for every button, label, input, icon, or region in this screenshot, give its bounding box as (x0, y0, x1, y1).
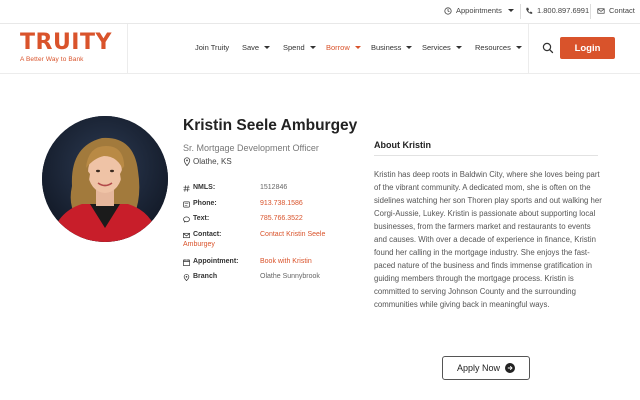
portrait-image (42, 116, 168, 242)
chevron-down-icon (406, 46, 413, 49)
phone-link[interactable]: 1.800.897.6991 (525, 6, 589, 15)
chevron-down-icon (515, 46, 522, 49)
branch-label: Branch (183, 273, 258, 281)
profile-photo (42, 116, 168, 242)
contact-link-continued[interactable]: Amburgey (183, 241, 215, 248)
nav-resources[interactable]: Resources (475, 43, 522, 52)
arrow-right-icon (505, 363, 516, 373)
nav-label: Services (422, 43, 451, 52)
location-pin-icon (183, 273, 190, 281)
divider (520, 4, 521, 19)
divider (590, 4, 591, 19)
contact-row: Contact: Contact Kristin Seele Amburgey (183, 231, 343, 251)
divider (374, 155, 598, 156)
profile-title: Sr. Mortgage Development Officer (183, 143, 319, 153)
nav-label: Business (371, 43, 402, 52)
phone-link[interactable]: 913.738.1586 (260, 200, 303, 207)
contact-link[interactable]: Contact (597, 6, 635, 15)
nav-borrow[interactable]: Borrow (326, 43, 361, 52)
nav-services[interactable]: Services (422, 43, 462, 52)
utility-bar: Appointments 1.800.897.6991 Contact (0, 0, 640, 24)
location-pin-icon (183, 157, 191, 166)
appointments-label: Appointments (456, 6, 502, 15)
envelope-icon (183, 232, 190, 238)
text-link[interactable]: 785.766.3522 (260, 215, 303, 222)
contact-label: Contact (609, 6, 635, 15)
nav-save[interactable]: Save (242, 43, 271, 52)
nav-business[interactable]: Business (371, 43, 413, 52)
logo-tagline: A Better Way to Bank (20, 56, 84, 63)
chevron-down-icon (455, 46, 462, 49)
nmls-label: NMLS: (183, 184, 258, 192)
calendar-icon (183, 258, 190, 266)
phone-icon (526, 7, 533, 14)
phone-label: Phone: (183, 200, 258, 208)
branch-value: Olathe Sunnybrook (260, 273, 320, 280)
nav-label: Join Truity (195, 43, 230, 52)
contact-label: Contact: (183, 231, 221, 239)
nav-label: Resources (475, 43, 511, 52)
nav-join-truity[interactable]: Join Truity (195, 43, 229, 52)
divider (127, 24, 128, 74)
chevron-down-icon (264, 46, 271, 49)
nav-label: Borrow (326, 43, 350, 52)
nmls-value: 1512846 (260, 184, 288, 191)
profile-name: Kristin Seele Amburgey (183, 117, 358, 134)
chevron-down-icon (354, 46, 361, 49)
login-button[interactable]: Login (560, 37, 615, 59)
profile-location: Olathe, KS (183, 157, 232, 166)
search-icon[interactable] (542, 42, 554, 54)
appointment-label: Appointment: (183, 258, 258, 266)
apply-now-button[interactable]: Apply Now (442, 356, 530, 380)
phone-number: 1.800.897.6991 (537, 6, 590, 15)
chevron-down-icon (507, 9, 514, 12)
divider (528, 24, 529, 74)
nav-spend[interactable]: Spend (283, 43, 316, 52)
nav-label: Spend (283, 43, 305, 52)
hashtag-icon (183, 184, 190, 192)
envelope-icon (597, 7, 605, 14)
main-header: TRUITY A Better Way to Bank Join Truity … (0, 24, 640, 74)
nav-label: Save (242, 43, 260, 52)
contact-link[interactable]: Contact Kristin Seele (260, 231, 325, 238)
calendar-clock-icon (444, 6, 452, 15)
appointment-link[interactable]: Book with Kristin (260, 258, 312, 265)
apply-now-label: Apply Now (456, 363, 501, 373)
location-text: Olathe, KS (193, 157, 232, 166)
truity-logo[interactable]: TRUITY A Better Way to Bank (20, 30, 112, 64)
text-label: Text: (183, 215, 258, 223)
chevron-down-icon (309, 46, 316, 49)
about-body: Kristin has deep roots in Baldwin City, … (374, 170, 602, 309)
about-heading: About Kristin (374, 140, 431, 150)
chat-bubble-icon (183, 216, 190, 223)
phone-icon (183, 201, 190, 207)
appointments-menu[interactable]: Appointments (444, 6, 514, 15)
logo-wordmark: TRUITY (20, 30, 112, 55)
